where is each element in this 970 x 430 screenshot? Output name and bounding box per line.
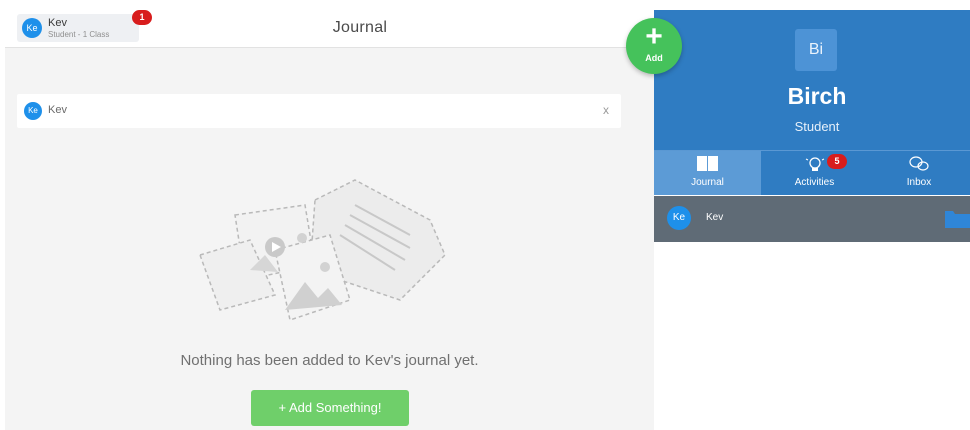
avatar: Ke — [24, 102, 42, 120]
add-something-button[interactable]: + Add Something! — [251, 390, 409, 426]
tab-label: Activities — [794, 177, 835, 188]
tab-journal[interactable]: Journal — [654, 151, 761, 195]
class-role: Student — [794, 119, 840, 134]
student-row[interactable]: Ke Kev — [654, 196, 970, 242]
class-avatar: Bi — [795, 29, 837, 71]
filter-student-name: Kev — [48, 104, 67, 116]
plus-icon: + — [645, 20, 663, 53]
tab-label: Journal — [691, 177, 724, 188]
top-bar: Ke Kev Student - 1 Class 1 Journal — [5, 10, 654, 48]
journal-pane: Ke Kev Student - 1 Class 1 Journal Ke Ke… — [5, 10, 654, 430]
book-icon — [697, 156, 718, 171]
clear-filter-button[interactable]: x — [603, 103, 609, 117]
class-header: Bi Birch Student — [654, 10, 970, 150]
empty-state-message: Nothing has been added to Kev's journal … — [180, 352, 479, 369]
page-title: Journal — [332, 19, 388, 36]
student-filter: Ke Kev x — [17, 94, 621, 128]
add-fab-button[interactable]: + Add — [626, 18, 682, 74]
lightbulb-icon — [805, 157, 825, 171]
chat-bubbles-icon — [909, 156, 929, 171]
class-panel: Bi Birch Student Journal 5 Activities In… — [654, 10, 970, 430]
tab-label: Inbox — [906, 177, 932, 188]
class-name: Birch — [787, 83, 847, 109]
class-tabs: Journal 5 Activities Inbox — [654, 150, 970, 195]
tab-inbox[interactable]: Inbox — [868, 151, 970, 195]
tab-activities[interactable]: 5 Activities — [761, 151, 868, 195]
fab-label: Add — [645, 53, 663, 63]
student-name: Kev — [706, 212, 724, 223]
app-root: Ke Kev Student - 1 Class 1 Journal Ke Ke… — [0, 0, 970, 430]
folder-icon[interactable] — [945, 208, 970, 228]
activities-badge: 5 — [827, 154, 847, 169]
avatar: Ke — [667, 206, 691, 230]
empty-journal-illustration — [199, 179, 446, 321]
